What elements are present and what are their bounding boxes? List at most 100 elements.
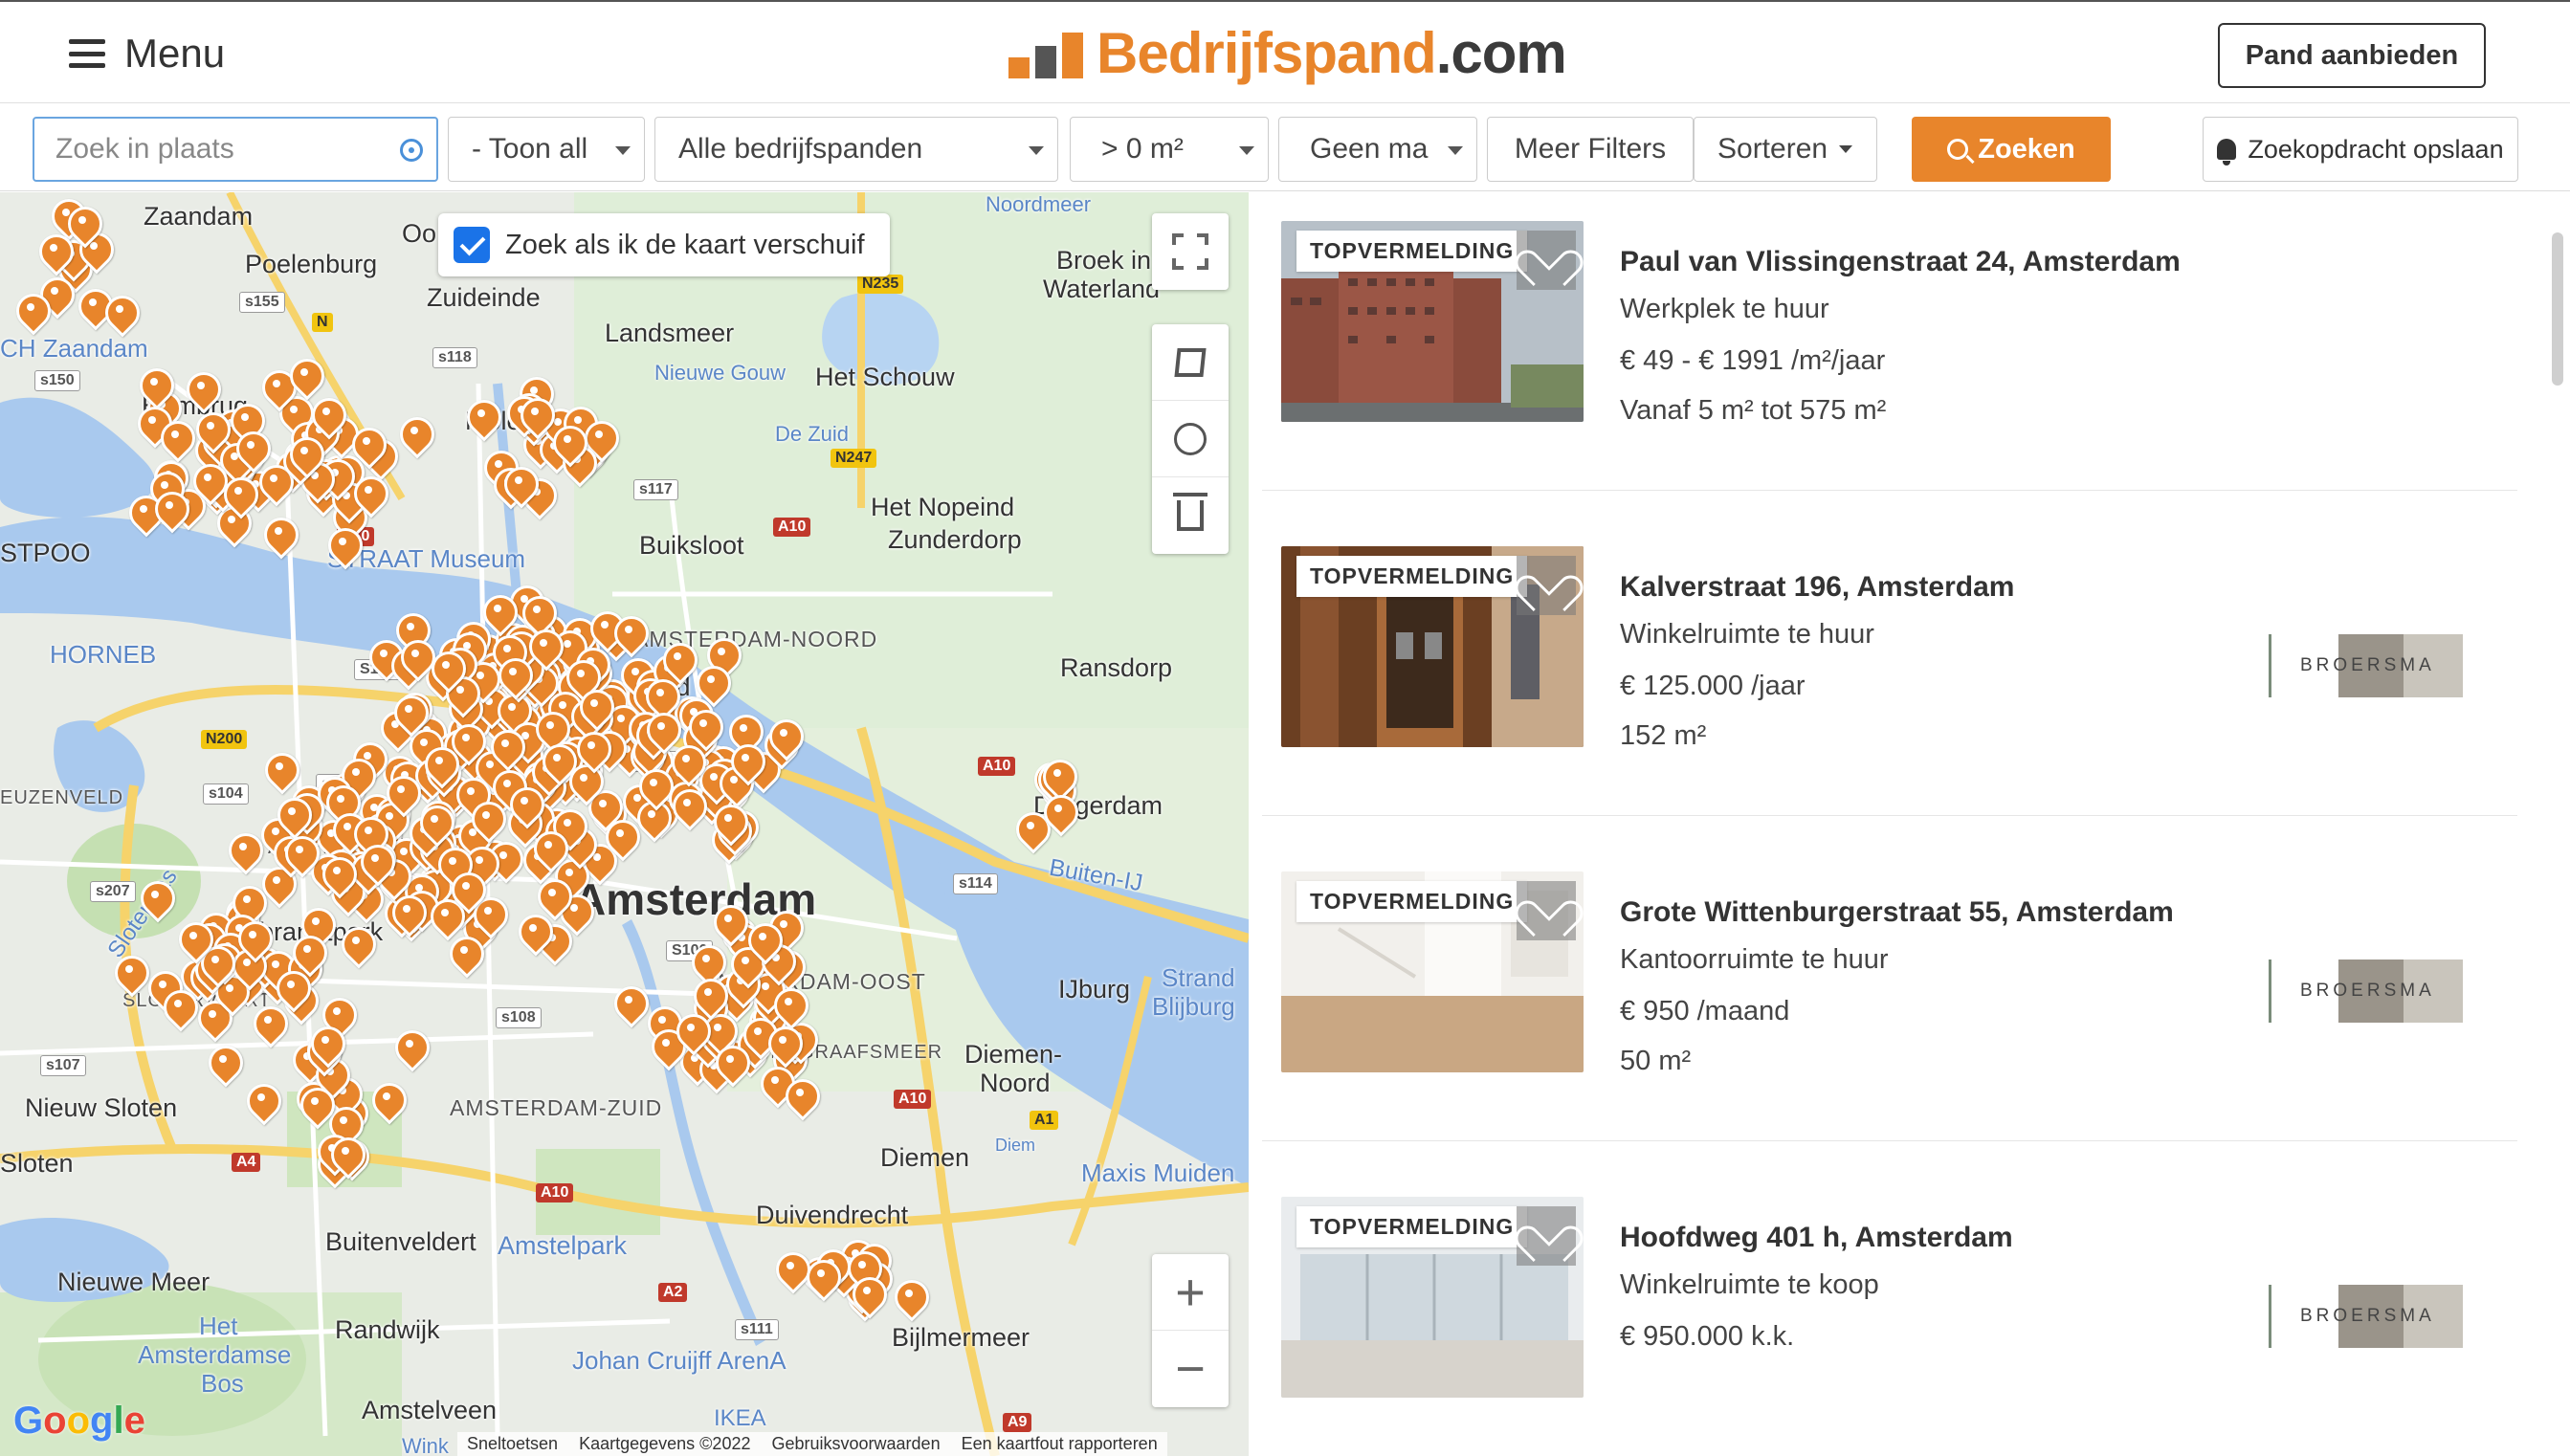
map-pin[interactable] xyxy=(290,437,319,475)
map-pin[interactable] xyxy=(196,412,225,451)
more-filters-button[interactable]: Meer Filters xyxy=(1487,117,1694,182)
listing-title[interactable]: Hoofdweg 401 h, Amsterdam xyxy=(1620,1222,2013,1254)
map-pin[interactable] xyxy=(472,802,500,840)
agent-logo[interactable]: BROERSMA xyxy=(2269,634,2463,697)
map-pin[interactable] xyxy=(39,234,68,273)
map-pin[interactable] xyxy=(714,905,742,943)
map-pin[interactable] xyxy=(105,296,134,334)
map-pin[interactable] xyxy=(392,895,421,934)
map-pin[interactable] xyxy=(290,359,319,397)
map-pin[interactable] xyxy=(352,428,381,466)
map-pin[interactable] xyxy=(372,1083,401,1121)
map-pin[interactable] xyxy=(395,1030,424,1069)
delete-drawing-button[interactable] xyxy=(1152,477,1229,554)
favorite-button[interactable] xyxy=(1517,1206,1576,1266)
map-pin[interactable] xyxy=(229,833,257,871)
min-size-select[interactable]: > 0 m² xyxy=(1070,117,1269,182)
place-search-field[interactable] xyxy=(33,117,438,182)
map-pin[interactable] xyxy=(521,398,549,436)
map-pin[interactable] xyxy=(529,629,558,668)
results-scrollbar[interactable] xyxy=(2552,232,2563,386)
property-type-select[interactable]: Alle bedrijfspanden xyxy=(654,117,1058,182)
map-pin[interactable] xyxy=(452,872,480,911)
map-pin[interactable] xyxy=(311,1026,340,1065)
map-pin[interactable] xyxy=(140,368,168,407)
menu-button[interactable]: Menu xyxy=(69,29,225,78)
google-logo[interactable]: Google xyxy=(13,1400,145,1443)
listing-photo[interactable]: TOPVERMELDING xyxy=(1281,871,1584,1072)
draw-polygon-button[interactable] xyxy=(1152,324,1229,401)
map-pin[interactable] xyxy=(254,1006,282,1045)
map-view[interactable]: Zaandam Poelenburg Zuideinde Oo Landsmee… xyxy=(0,192,1249,1456)
checkbox-checked-icon[interactable] xyxy=(454,227,490,263)
map-pin[interactable] xyxy=(432,651,460,690)
map-pin[interactable] xyxy=(293,936,321,974)
listing-card[interactable]: TOPVERMELDING Paul van Vlissingenstraat … xyxy=(1262,194,2517,491)
map-pin[interactable] xyxy=(420,805,449,844)
map-pin[interactable] xyxy=(504,467,533,505)
map-pin[interactable] xyxy=(519,915,547,953)
map-pin[interactable] xyxy=(774,988,803,1026)
map-pin[interactable] xyxy=(498,658,527,696)
listing-photo[interactable]: TOPVERMELDING xyxy=(1281,221,1584,422)
map-pin[interactable] xyxy=(277,971,305,1009)
favorite-button[interactable] xyxy=(1517,231,1576,290)
map-pin[interactable] xyxy=(155,492,184,530)
map-pin[interactable] xyxy=(354,476,383,515)
map-pin[interactable] xyxy=(400,417,429,455)
offer-property-button[interactable]: Pand aanbieden xyxy=(2218,23,2486,88)
map-pin[interactable] xyxy=(769,719,798,758)
map-pin[interactable] xyxy=(614,616,643,654)
agent-logo[interactable]: BROERSMA xyxy=(2269,1285,2463,1348)
map-pin[interactable] xyxy=(676,1014,705,1052)
map-pin[interactable] xyxy=(807,1260,835,1298)
map-pin[interactable] xyxy=(731,744,760,783)
map-pin[interactable] xyxy=(387,776,415,814)
map-pin[interactable] xyxy=(161,421,189,459)
listing-card[interactable]: TOPVERMELDING Grote Wittenburgerstraat 5… xyxy=(1262,845,2517,1141)
map-pin[interactable] xyxy=(689,710,718,748)
site-logo[interactable]: Bedrijfspand.com xyxy=(1008,21,1567,86)
map-pin[interactable] xyxy=(716,1046,744,1084)
map-pin[interactable] xyxy=(78,289,107,327)
map-pin[interactable] xyxy=(692,945,720,983)
map-pin[interactable] xyxy=(187,372,215,410)
search-button[interactable]: Zoeken xyxy=(1912,117,2111,182)
map-pin[interactable] xyxy=(331,1137,360,1176)
map-pin[interactable] xyxy=(580,690,609,728)
map-pin[interactable] xyxy=(285,836,314,874)
map-pin[interactable] xyxy=(606,820,634,858)
favorite-button[interactable] xyxy=(1517,556,1576,615)
map-pin[interactable] xyxy=(262,370,291,408)
map-pin[interactable] xyxy=(68,207,97,245)
map-pin[interactable] xyxy=(768,1026,797,1065)
map-pin[interactable] xyxy=(543,744,571,783)
map-pin[interactable] xyxy=(236,431,265,470)
zoom-out-button[interactable]: − xyxy=(1152,1331,1229,1407)
max-select[interactable]: Geen ma xyxy=(1278,117,1477,182)
map-pin[interactable] xyxy=(776,1252,805,1291)
agent-logo[interactable]: BROERSMA xyxy=(2269,960,2463,1023)
map-pin[interactable] xyxy=(209,1046,237,1084)
map-pin[interactable] xyxy=(179,922,208,960)
draw-circle-button[interactable] xyxy=(1152,401,1229,477)
listing-title[interactable]: Paul van Vlissingenstraat 24, Amsterdam xyxy=(1620,246,2181,278)
keyboard-shortcuts-link[interactable]: Sneltoetsen xyxy=(467,1434,558,1454)
map-pin[interactable] xyxy=(491,730,520,768)
map-pin[interactable] xyxy=(672,745,700,783)
map-pin[interactable] xyxy=(401,640,430,678)
map-pin[interactable] xyxy=(224,477,253,516)
zoom-in-button[interactable]: + xyxy=(1152,1254,1229,1331)
map-pin[interactable] xyxy=(247,1084,276,1122)
map-pin[interactable] xyxy=(577,732,606,770)
map-pin[interactable] xyxy=(697,666,725,704)
map-pin[interactable] xyxy=(467,400,496,438)
fullscreen-button[interactable] xyxy=(1152,213,1229,290)
listing-card[interactable]: TOPVERMELDING Kalverstraat 196, Amsterda… xyxy=(1262,519,2517,816)
locate-icon[interactable] xyxy=(400,139,423,162)
map-pin[interactable] xyxy=(361,845,389,883)
show-all-select[interactable]: - Toon all xyxy=(448,117,645,182)
map-pin[interactable] xyxy=(895,1280,923,1318)
map-pin[interactable] xyxy=(663,643,692,681)
map-pin[interactable] xyxy=(1016,812,1045,850)
